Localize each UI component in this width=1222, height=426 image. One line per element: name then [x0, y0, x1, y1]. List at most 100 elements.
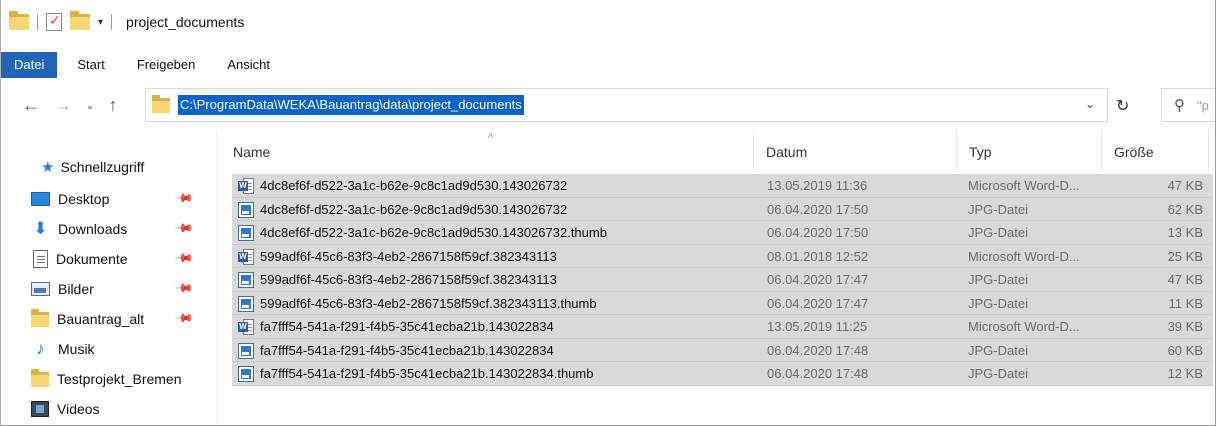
file-date: 06.04.2020 17:48 — [767, 342, 869, 358]
file-type: JPG-Datei — [968, 366, 1028, 381]
nav-item-musik[interactable]: ♪ Musik — [31, 334, 216, 364]
file-name: 599adf6f-45c6-83f3-4eb2-2867158f59cf.382… — [260, 295, 597, 311]
file-name: 599adf6f-45c6-83f3-4eb2-2867158f59cf.382… — [260, 272, 557, 287]
file-row[interactable]: 4dc8ef6f-d522-3a1c-b62e-9c8c1ad9d530.143… — [232, 221, 1213, 245]
address-path[interactable]: C:\ProgramData\WEKA\Bauantrag\data\proje… — [178, 95, 524, 115]
column-header-date[interactable]: Datum — [766, 144, 807, 160]
ribbon-tabs: Datei Start Freigeben Ansicht — [1, 52, 1215, 78]
file-row[interactable]: 599adf6f-45c6-83f3-4eb2-2867158f59cf.382… — [232, 291, 1213, 315]
nav-item-desktop[interactable]: Desktop 📌 — [31, 184, 216, 214]
nav-item-bauantrag-alt[interactable]: Bauantrag_alt 📌 — [31, 304, 216, 334]
nav-quick-access-label: Schnellzugriff — [60, 159, 145, 175]
folder-icon — [31, 308, 49, 327]
column-divider[interactable] — [1101, 130, 1102, 172]
pin-icon[interactable]: 📌 — [174, 308, 194, 328]
pin-icon[interactable]: 📌 — [174, 218, 194, 238]
refresh-icon[interactable]: ↻ — [1116, 96, 1129, 116]
file-date: 06.04.2020 17:50 — [767, 201, 869, 217]
divider — [111, 14, 113, 30]
quick-access-toolbar-dropdown-icon[interactable]: ▾ — [98, 17, 103, 28]
divider — [37, 14, 38, 30]
file-name: fa7fff54-541a-f291-f4b5-35c41ecba21b.143… — [260, 319, 554, 334]
nav-item-label: Bauantrag_alt — [57, 311, 145, 327]
search-box[interactable]: ⚲ "p — [1161, 88, 1215, 122]
file-size: 60 KB — [1167, 342, 1203, 358]
nav-item-label: Videos — [57, 401, 100, 417]
file-date: 13.05.2019 11:25 — [767, 319, 868, 334]
file-name: 4dc8ef6f-d522-3a1c-b62e-9c8c1ad9d530.143… — [260, 201, 568, 217]
file-type: Microsoft Word-D... — [968, 319, 1080, 334]
file-date: 08.01.2018 12:52 — [767, 248, 869, 264]
column-divider[interactable] — [1208, 130, 1209, 172]
file-name: fa7fff54-541a-f291-f4b5-35c41ecba21b.143… — [260, 366, 594, 381]
nav-item-label: Bilder — [58, 281, 94, 297]
file-size: 39 KB — [1167, 319, 1203, 334]
nav-item-bilder[interactable]: Bilder 📌 — [31, 274, 216, 304]
folder-icon — [9, 11, 29, 30]
sort-ascending-icon: ^ — [488, 132, 494, 144]
new-folder-icon[interactable] — [70, 11, 90, 30]
tab-freigeben[interactable]: Freigeben — [125, 52, 208, 78]
star-icon: ★ — [41, 159, 55, 176]
file-name: 4dc8ef6f-d522-3a1c-b62e-9c8c1ad9d530.143… — [260, 178, 568, 193]
up-arrow-icon[interactable]: ↑ — [101, 95, 125, 116]
file-row[interactable]: 599adf6f-45c6-83f3-4eb2-2867158f59cf.382… — [232, 268, 1213, 292]
column-divider[interactable] — [753, 130, 754, 172]
tab-datei[interactable]: Datei — [1, 52, 58, 78]
nav-item-dokumente[interactable]: Dokumente 📌 — [31, 244, 216, 274]
file-row[interactable]: W 4dc8ef6f-d522-3a1c-b62e-9c8c1ad9d530.1… — [232, 174, 1213, 198]
forward-arrow-icon[interactable]: → — [51, 95, 75, 116]
column-header-type[interactable]: Typ — [969, 144, 992, 160]
address-bar[interactable]: C:\ProgramData\WEKA\Bauantrag\data\proje… — [145, 88, 1108, 122]
folder-icon — [31, 368, 49, 387]
nav-item-label: Dokumente — [56, 251, 128, 267]
nav-quick-access[interactable]: ★ Schnellzugriff — [41, 150, 216, 184]
file-size: 11 KB — [1168, 295, 1203, 311]
nav-item-testprojekt-bremen[interactable]: Testprojekt_Bremen — [31, 364, 216, 394]
jpg-image-icon — [238, 342, 254, 359]
file-row[interactable]: fa7fff54-541a-f291-f4b5-35c41ecba21b.143… — [232, 362, 1213, 386]
pin-icon[interactable]: 📌 — [174, 188, 194, 208]
chevron-down-icon[interactable]: ⌄ — [1085, 97, 1095, 111]
file-row[interactable]: fa7fff54-541a-f291-f4b5-35c41ecba21b.143… — [232, 338, 1213, 362]
file-size: 47 KB — [1167, 272, 1203, 287]
nav-item-downloads[interactable]: ⬇ Downloads 📌 — [31, 214, 216, 244]
pictures-icon — [31, 282, 50, 296]
tab-ansicht[interactable]: Ansicht — [215, 52, 282, 78]
file-row[interactable]: 4dc8ef6f-d522-3a1c-b62e-9c8c1ad9d530.143… — [232, 197, 1213, 221]
file-date: 13.05.2019 11:36 — [767, 178, 868, 193]
jpg-image-icon — [238, 201, 254, 218]
pin-icon[interactable]: 📌 — [174, 278, 194, 298]
column-header-name[interactable]: Name — [233, 144, 270, 160]
desktop-icon — [31, 192, 50, 206]
file-size: 47 KB — [1167, 178, 1203, 193]
file-list: W 4dc8ef6f-d522-3a1c-b62e-9c8c1ad9d530.1… — [232, 174, 1213, 386]
jpg-image-icon — [238, 295, 254, 312]
nav-item-label: Testprojekt_Bremen — [57, 371, 182, 387]
pin-icon[interactable]: 📌 — [174, 248, 194, 268]
column-header-size[interactable]: Größe — [1114, 144, 1154, 160]
nav-item-label: Desktop — [58, 191, 110, 207]
jpg-image-icon — [238, 366, 254, 382]
window-title: project_documents — [126, 14, 245, 30]
pane-divider[interactable] — [216, 130, 217, 425]
word-document-icon: W — [238, 248, 254, 265]
tab-start[interactable]: Start — [65, 52, 116, 78]
file-row[interactable]: W 599adf6f-45c6-83f3-4eb2-2867158f59cf.3… — [232, 244, 1213, 268]
search-icon: ⚲ — [1174, 97, 1185, 114]
file-date: 06.04.2020 17:50 — [767, 225, 869, 240]
file-type: JPG-Datei — [968, 295, 1028, 311]
file-size: 62 KB — [1167, 201, 1203, 217]
word-document-icon: W — [238, 319, 254, 335]
file-name: fa7fff54-541a-f291-f4b5-35c41ecba21b.143… — [260, 342, 554, 358]
properties-check-icon[interactable] — [46, 12, 62, 31]
column-divider[interactable] — [956, 130, 957, 172]
nav-item-videos[interactable]: Videos — [31, 394, 216, 424]
title-bar: ▾ project_documents — [1, 0, 1215, 44]
recent-locations-chevron-icon[interactable]: ⌄ — [81, 99, 99, 112]
file-size: 12 KB — [1167, 366, 1203, 381]
file-row[interactable]: W fa7fff54-541a-f291-f4b5-35c41ecba21b.1… — [232, 315, 1213, 339]
folder-icon — [152, 94, 170, 113]
back-arrow-icon[interactable]: ← — [19, 95, 43, 116]
jpg-image-icon — [238, 272, 254, 288]
